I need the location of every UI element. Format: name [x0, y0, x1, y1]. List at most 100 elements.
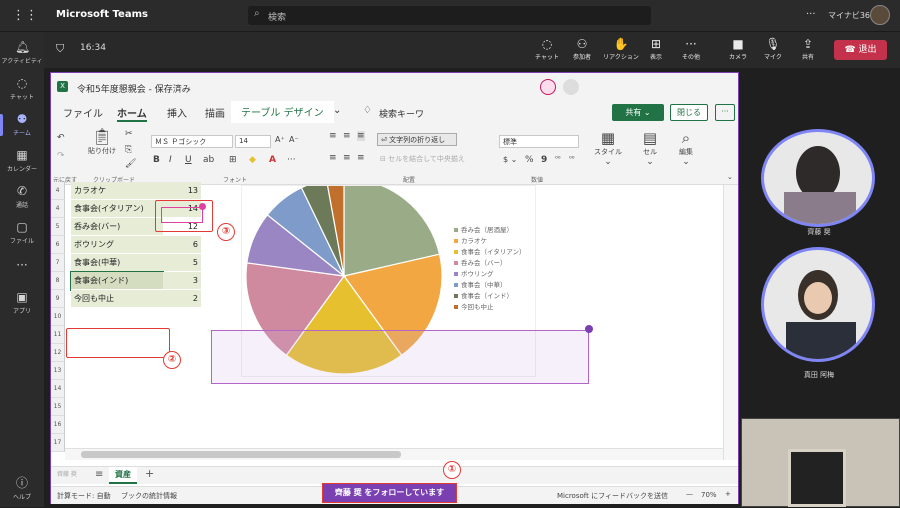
close-button[interactable]: 閉じる: [670, 104, 708, 121]
fill-color-icon[interactable]: ◆: [249, 155, 256, 165]
bold-icon[interactable]: B: [153, 155, 160, 165]
meeting-more-button[interactable]: ··· その他: [674, 36, 708, 66]
scrollbar-thumb[interactable]: [81, 451, 401, 458]
workbook-name[interactable]: 令和5年度懇親会 - 保存済み: [77, 82, 191, 95]
meeting-reaction-button[interactable]: ✋ リアクション: [600, 36, 642, 66]
align-right-icon[interactable]: ≡: [357, 153, 365, 163]
strikethrough-icon[interactable]: ab: [203, 155, 214, 165]
row-number[interactable]: 16: [51, 416, 65, 434]
row-number[interactable]: 11: [51, 326, 65, 344]
wrap-text-button[interactable]: ⏎ 文字列の折り返し: [377, 133, 457, 146]
zoom-in-icon[interactable]: +: [725, 490, 731, 498]
vertical-scrollbar[interactable]: [723, 185, 738, 460]
editing-button[interactable]: ⌕ 編集 ⌄: [671, 129, 701, 167]
cells-button[interactable]: ▤ セル ⌄: [635, 129, 665, 167]
table-cell-name[interactable]: 呑み会(バー): [71, 218, 163, 236]
row-number[interactable]: 10: [51, 308, 65, 326]
undo-icon[interactable]: ↶: [57, 133, 65, 143]
table-cell-name[interactable]: 食事会(イタリアン): [71, 200, 163, 218]
org-name[interactable]: マイナビ365: [828, 10, 875, 21]
tab-insert[interactable]: 挿入: [167, 105, 187, 120]
table-cell-count[interactable]: 5: [163, 254, 201, 272]
horizontal-scrollbar[interactable]: [65, 448, 723, 460]
row-number[interactable]: 7: [51, 254, 65, 272]
selection-handle[interactable]: [585, 325, 593, 333]
styles-button[interactable]: ▦ スタイル ⌄: [591, 129, 625, 167]
copy-icon[interactable]: ⎘: [125, 145, 132, 155]
more-font-icon[interactable]: ···: [287, 155, 296, 165]
font-color-icon[interactable]: A: [269, 155, 276, 165]
selected-cell[interactable]: [161, 207, 203, 223]
rail-chat[interactable]: ◌ チャット: [0, 72, 44, 108]
align-middle-icon[interactable]: ≡: [343, 131, 351, 141]
format-painter-icon[interactable]: 🖌︎: [125, 159, 136, 169]
meeting-participants-button[interactable]: ⚇ 参加者: [565, 36, 599, 66]
redo-icon[interactable]: ↷: [57, 151, 65, 161]
table-cell-count[interactable]: 6: [163, 236, 201, 254]
align-left-icon[interactable]: ≡: [329, 153, 337, 163]
number-format-select[interactable]: 標準: [499, 135, 579, 148]
meeting-share-button[interactable]: ⇪ 共有: [791, 36, 825, 66]
tab-file[interactable]: ファイル: [63, 105, 103, 120]
percent-icon[interactable]: %: [525, 155, 534, 165]
align-center-icon[interactable]: ≡: [343, 153, 351, 163]
currency-icon[interactable]: $ ⌄: [503, 155, 517, 164]
tab-draw[interactable]: 描画: [205, 105, 225, 120]
font-grow-icon[interactable]: A⁺: [275, 135, 285, 144]
rail-files[interactable]: ▢ ファイル: [0, 216, 44, 252]
all-sheets-icon[interactable]: ≡: [95, 469, 103, 480]
search-keyword-input[interactable]: 検索キーワ: [379, 107, 424, 120]
leave-button[interactable]: ☎ 退出: [834, 40, 887, 60]
table-cell-name[interactable]: ボウリング: [71, 236, 163, 254]
more-options-icon[interactable]: ···: [806, 9, 816, 20]
italic-icon[interactable]: I: [169, 155, 172, 165]
table-cell-count[interactable]: 13: [163, 182, 201, 200]
zoom-level[interactable]: 70%: [701, 491, 717, 499]
meeting-chat-button[interactable]: ◌ チャット: [530, 36, 564, 66]
chevron-down-icon[interactable]: ⌄: [333, 105, 341, 116]
collapse-ribbon-icon[interactable]: ⌄: [727, 173, 733, 181]
worksheet[interactable]: 4 カラオケ 13 4 食事会(イタリアン) 14 5 呑み会(バー) 12 6 ボウリング 6 7 食事…: [51, 177, 738, 460]
table-cell-name[interactable]: カラオケ: [71, 182, 163, 200]
zoom-out-icon[interactable]: —: [686, 490, 693, 498]
participant-video[interactable]: [761, 129, 875, 227]
font-name-select[interactable]: ＭＳ Ｐゴシック: [151, 135, 233, 148]
row-number[interactable]: 14: [51, 380, 65, 398]
self-video[interactable]: [741, 418, 900, 507]
font-shrink-icon[interactable]: A⁻: [289, 135, 299, 144]
add-sheet-icon[interactable]: +: [145, 467, 154, 480]
rail-activity[interactable]: 🔔︎ アクティビティ: [0, 36, 44, 72]
table-cell-count[interactable]: 2: [163, 290, 201, 308]
font-size-select[interactable]: 14: [235, 135, 271, 148]
rail-more[interactable]: ···: [0, 254, 44, 290]
workbook-stats[interactable]: ブックの統計情報: [121, 491, 177, 501]
row-number[interactable]: 8: [51, 272, 65, 290]
table-cell-name[interactable]: 今回も中止: [71, 290, 163, 308]
cut-icon[interactable]: ✂: [125, 129, 133, 139]
border-icon[interactable]: ⊞: [229, 155, 237, 165]
more-ribbon-button[interactable]: ···: [715, 104, 735, 121]
tab-home[interactable]: ホーム: [117, 105, 147, 122]
rail-help[interactable]: ⓘ ヘルプ: [0, 472, 44, 508]
underline-icon[interactable]: U: [185, 155, 192, 165]
participant-video[interactable]: [761, 247, 875, 362]
rail-calls[interactable]: ✆ 通話: [0, 180, 44, 216]
increase-decimal-icon[interactable]: ⁰⁰: [555, 155, 561, 163]
chart-selection-frame[interactable]: [211, 330, 589, 384]
meeting-mic-button[interactable]: 🎙︎ マイク: [756, 36, 790, 66]
follow-banner[interactable]: 齊藤 奨 をフォローしています: [322, 483, 457, 503]
row-number[interactable]: 17: [51, 434, 65, 452]
decrease-decimal-icon[interactable]: ⁰⁰: [569, 155, 575, 163]
row-number[interactable]: 5: [51, 218, 65, 236]
avatar[interactable]: [870, 5, 890, 25]
comma-icon[interactable]: 9: [541, 155, 547, 165]
meeting-camera-button[interactable]: ■ カメラ: [721, 36, 755, 66]
app-launcher-icon[interactable]: ⋮⋮: [12, 8, 38, 23]
collaborator-avatar[interactable]: [563, 79, 579, 95]
row-number[interactable]: 12: [51, 344, 65, 362]
row-number[interactable]: 6: [51, 236, 65, 254]
share-button[interactable]: 共有 ⌄: [612, 104, 664, 121]
align-bottom-icon[interactable]: ≡: [357, 131, 365, 141]
rail-teams[interactable]: ⚉ チーム: [0, 108, 44, 144]
row-number[interactable]: 15: [51, 398, 65, 416]
